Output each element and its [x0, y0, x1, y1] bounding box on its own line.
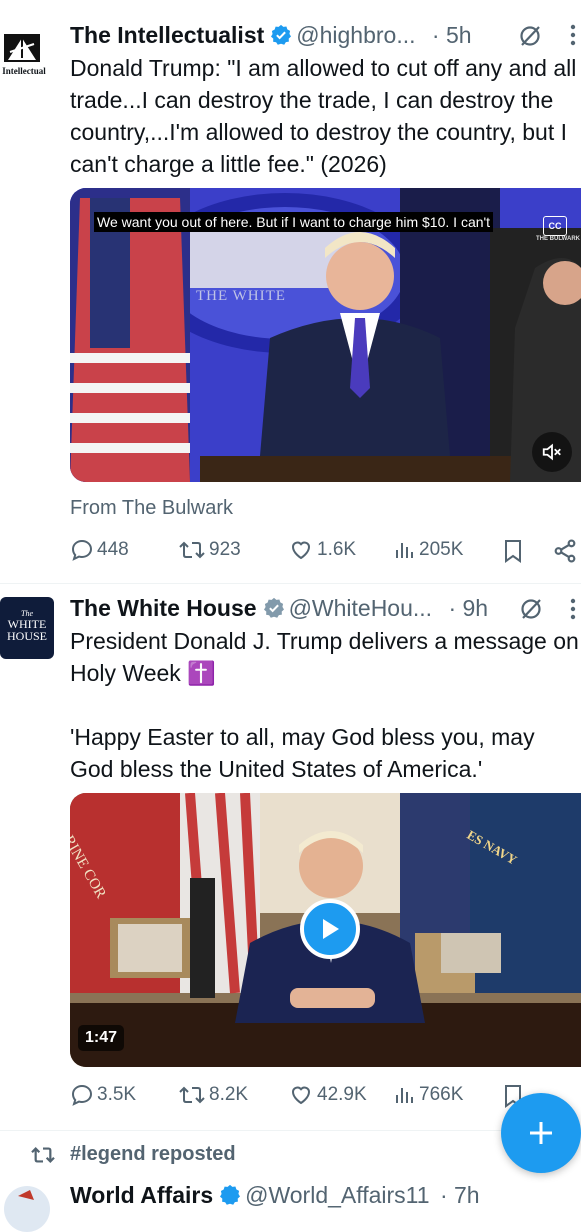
podium-text: THE WHITE [196, 288, 286, 304]
handle[interactable]: @WhiteHou... [289, 595, 433, 621]
reply-count: 3.5K [97, 1084, 137, 1105]
grok-icon[interactable] [518, 24, 542, 53]
more-options-icon[interactable] [568, 596, 578, 628]
more-options-icon[interactable] [568, 22, 578, 54]
views-count: 205K [419, 539, 464, 560]
heart-icon [291, 1086, 311, 1105]
views-icon [396, 1088, 413, 1103]
handle[interactable]: @highbro... [296, 22, 415, 48]
video-frame [70, 188, 581, 482]
views-icon [396, 543, 413, 558]
handle[interactable]: @World_Affairs11 [245, 1182, 429, 1208]
timestamp[interactable]: · 5h [432, 22, 472, 48]
closed-captions-button[interactable]: CC [543, 216, 567, 236]
views-button[interactable]: 766K [392, 1083, 463, 1107]
mute-button[interactable] [532, 432, 572, 472]
video-player[interactable]: We want you out of here. But if I want t… [70, 188, 581, 482]
tweet-text: Donald Trump: "I am allowed to cut off a… [70, 55, 577, 177]
watermark: THE BULWARK [536, 236, 580, 242]
tweet-header: The White House @WhiteHou... · 9h [70, 593, 488, 626]
repost-icon [179, 541, 205, 559]
share-button[interactable] [552, 538, 581, 564]
grok-icon[interactable] [519, 597, 543, 626]
plus-icon [530, 1122, 552, 1144]
compose-button[interactable] [501, 1093, 581, 1173]
bookmark-icon [505, 540, 521, 563]
repost-icon [179, 1086, 205, 1104]
heart-icon [291, 541, 311, 560]
repost-banner-text: #legend reposted [70, 1143, 236, 1165]
share-icon [554, 539, 576, 563]
repost-banner[interactable]: #legend reposted [30, 1143, 236, 1166]
video-duration: 1:47 [78, 1025, 125, 1051]
views-button[interactable]: 205K [392, 538, 463, 562]
divider [0, 583, 581, 584]
views-count: 766K [419, 1084, 464, 1105]
next-tweet-avatar[interactable] [4, 1186, 50, 1232]
tweet-actions: 3.5K 8.2K 42.9K 766K [70, 1083, 581, 1113]
tweet-actions: 448 923 1.6K 205K [70, 538, 581, 568]
mute-icon [542, 443, 561, 461]
source-attribution[interactable]: From The Bulwark [70, 497, 233, 520]
play-icon [323, 919, 339, 939]
repost-count: 8.2K [209, 1084, 249, 1105]
avatar-icon [18, 1190, 34, 1200]
avatar[interactable]: The WHITE HOUSE [0, 597, 54, 659]
avatar-text: e Intellectual [0, 66, 46, 76]
like-count: 1.6K [317, 539, 357, 560]
like-count: 42.9K [317, 1084, 367, 1105]
avatar[interactable]: e Intellectual [0, 22, 50, 82]
verified-badge-icon [270, 23, 292, 53]
reply-icon [71, 539, 93, 561]
tweet-text: President Donald J. Trump delivers a mes… [70, 628, 579, 782]
reply-count: 448 [97, 539, 129, 560]
video-player[interactable]: RINE COR ES NAVY 1:47 [70, 793, 581, 1067]
gray-verified-badge-icon [263, 596, 285, 626]
timestamp[interactable]: · 9h [448, 595, 488, 621]
bookmark-button[interactable] [502, 538, 527, 564]
reply-icon [71, 1084, 93, 1106]
display-name[interactable]: World Affairs [70, 1182, 213, 1208]
repost-button[interactable]: 923 [178, 538, 241, 562]
display-name[interactable]: The White House [70, 595, 257, 621]
divider [0, 1130, 581, 1131]
reply-button[interactable]: 448 [70, 538, 129, 562]
repost-icon [31, 1146, 55, 1163]
tweet-header: The Intellectualist @highbro... · 5h [70, 20, 472, 53]
like-button[interactable]: 1.6K [288, 538, 356, 562]
repost-count: 923 [209, 539, 241, 560]
avatar-line-3: HOUSE [6, 629, 47, 643]
cc-label: CC [548, 221, 562, 231]
repost-button[interactable]: 8.2K [178, 1083, 248, 1107]
play-button[interactable] [300, 899, 360, 959]
verified-badge-icon [219, 1183, 241, 1213]
display-name[interactable]: The Intellectualist [70, 22, 264, 48]
reply-button[interactable]: 3.5K [70, 1083, 136, 1107]
video-caption: We want you out of here. But if I want t… [94, 212, 494, 232]
timestamp[interactable]: · 7h [440, 1182, 480, 1208]
like-button[interactable]: 42.9K [288, 1083, 367, 1107]
next-tweet-header: World Affairs @World_Affairs11 · 7h [70, 1180, 480, 1213]
